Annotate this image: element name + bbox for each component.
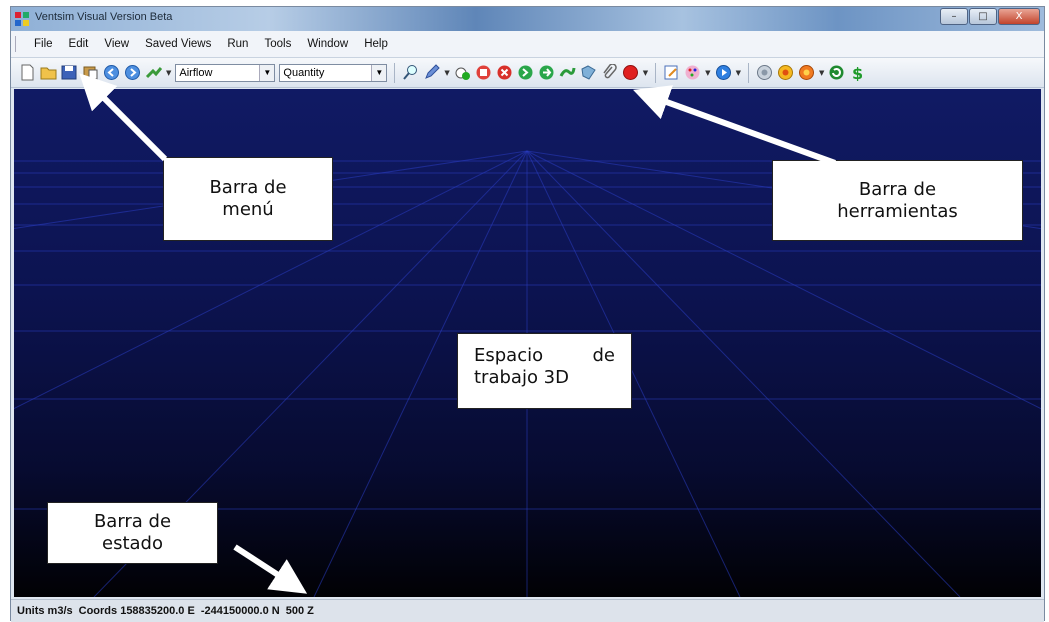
back-icon[interactable]	[103, 64, 120, 81]
close-button[interactable]: X	[998, 8, 1040, 25]
callout-status-bar: Barra de estado	[47, 502, 218, 564]
callout-workspace-word1: Espacio	[474, 345, 544, 366]
menu-bar: File Edit View Saved Views Run Tools Win…	[11, 31, 1044, 58]
delete-icon[interactable]	[496, 64, 513, 81]
callout-toolbar-line1: Barra de	[858, 178, 937, 200]
chevron-down-icon[interactable]: ▼	[166, 69, 171, 77]
forward-icon[interactable]	[124, 64, 141, 81]
callout-toolbar: Barra de herramientas	[772, 160, 1023, 241]
callout-workspace: Espacio de trabajo 3D	[457, 333, 632, 409]
display-combo[interactable]: Airflow ▼	[175, 63, 276, 82]
svg-text:$: $	[852, 64, 863, 81]
menu-run[interactable]: Run	[219, 38, 256, 50]
menu-edit[interactable]: Edit	[61, 38, 97, 50]
callout-menu-bar-line1: Barra de	[209, 177, 287, 198]
callout-toolbar-line2: herramientas	[837, 200, 958, 222]
new-file-icon[interactable]	[19, 64, 36, 81]
display-combo-value: Airflow	[179, 66, 213, 79]
minimize-button[interactable]: –	[940, 8, 968, 25]
toolbar: ▼ Airflow ▼ Quantity ▼ ▼ ▼ ▼ ▼ ▼ $	[11, 58, 1044, 88]
status-coords-z: 500 Z	[285, 605, 314, 617]
add-icon[interactable]	[454, 64, 471, 81]
paste-icon[interactable]	[82, 64, 99, 81]
play-icon[interactable]	[715, 64, 732, 81]
dollar-icon[interactable]: $	[849, 64, 866, 81]
airway-icon[interactable]	[145, 64, 162, 81]
copy-icon[interactable]	[538, 64, 555, 81]
chevron-down-icon[interactable]: ▼	[259, 64, 275, 81]
palette-icon[interactable]	[684, 64, 701, 81]
value-combo[interactable]: Quantity ▼	[279, 63, 388, 82]
menu-file[interactable]: File	[26, 38, 61, 50]
refresh-icon[interactable]	[828, 64, 845, 81]
chevron-down-icon[interactable]: ▼	[643, 69, 648, 77]
toolbar-separator	[655, 62, 657, 83]
chevron-down-icon[interactable]: ▼	[705, 69, 710, 77]
heat-icon[interactable]	[777, 64, 794, 81]
callout-workspace-word2: de	[592, 345, 616, 366]
fan-icon[interactable]	[580, 64, 597, 81]
menu-grip	[15, 36, 18, 52]
value-combo-value: Quantity	[283, 66, 325, 79]
menu-view[interactable]: View	[96, 38, 137, 50]
callout-workspace-line2: trabajo 3D	[474, 367, 569, 388]
chevron-down-icon[interactable]: ▼	[371, 64, 387, 81]
stop-icon[interactable]	[475, 64, 492, 81]
maximize-button[interactable]: □	[969, 8, 997, 25]
app-icon	[15, 12, 29, 26]
menu-saved-views[interactable]: Saved Views	[137, 38, 219, 50]
zoom-icon[interactable]	[402, 64, 419, 81]
attach-icon[interactable]	[601, 64, 618, 81]
chevron-down-icon[interactable]: ▼	[444, 69, 449, 77]
record-icon[interactable]	[622, 64, 639, 81]
menu-window[interactable]: Window	[299, 38, 356, 50]
status-units: Units m3/s	[17, 605, 73, 617]
status-bar: Units m3/s Coords 158835200.0 E -2441500…	[11, 599, 1044, 622]
save-icon[interactable]	[61, 64, 78, 81]
menu-help[interactable]: Help	[356, 38, 396, 50]
status-coords-n: -244150000.0 N	[200, 605, 280, 617]
title-bar[interactable]: Ventsim Visual Version Beta – □ X	[11, 7, 1044, 31]
open-folder-icon[interactable]	[40, 64, 57, 81]
menu-tools[interactable]: Tools	[256, 38, 299, 50]
chevron-down-icon[interactable]: ▼	[819, 69, 824, 77]
toolbar-separator	[747, 62, 749, 83]
callout-menu-bar: Barra de menú	[163, 157, 333, 241]
callout-status-line1: Barra de	[93, 511, 172, 532]
callout-status-line2: estado	[102, 533, 163, 554]
fire-icon[interactable]	[798, 64, 815, 81]
pencil-icon[interactable]	[423, 64, 441, 81]
link-icon[interactable]	[559, 64, 576, 81]
status-coords-e: Coords 158835200.0 E	[78, 605, 195, 617]
gas-icon[interactable]	[756, 64, 773, 81]
chevron-down-icon[interactable]: ▼	[736, 69, 741, 77]
callout-menu-bar-line2: menú	[222, 199, 274, 220]
callout-workspace-line1: Espacio de	[474, 345, 615, 367]
window-title: Ventsim Visual Version Beta	[35, 11, 173, 23]
move-icon[interactable]	[517, 64, 534, 81]
edit-notes-icon[interactable]	[663, 64, 680, 81]
toolbar-separator	[394, 62, 396, 83]
